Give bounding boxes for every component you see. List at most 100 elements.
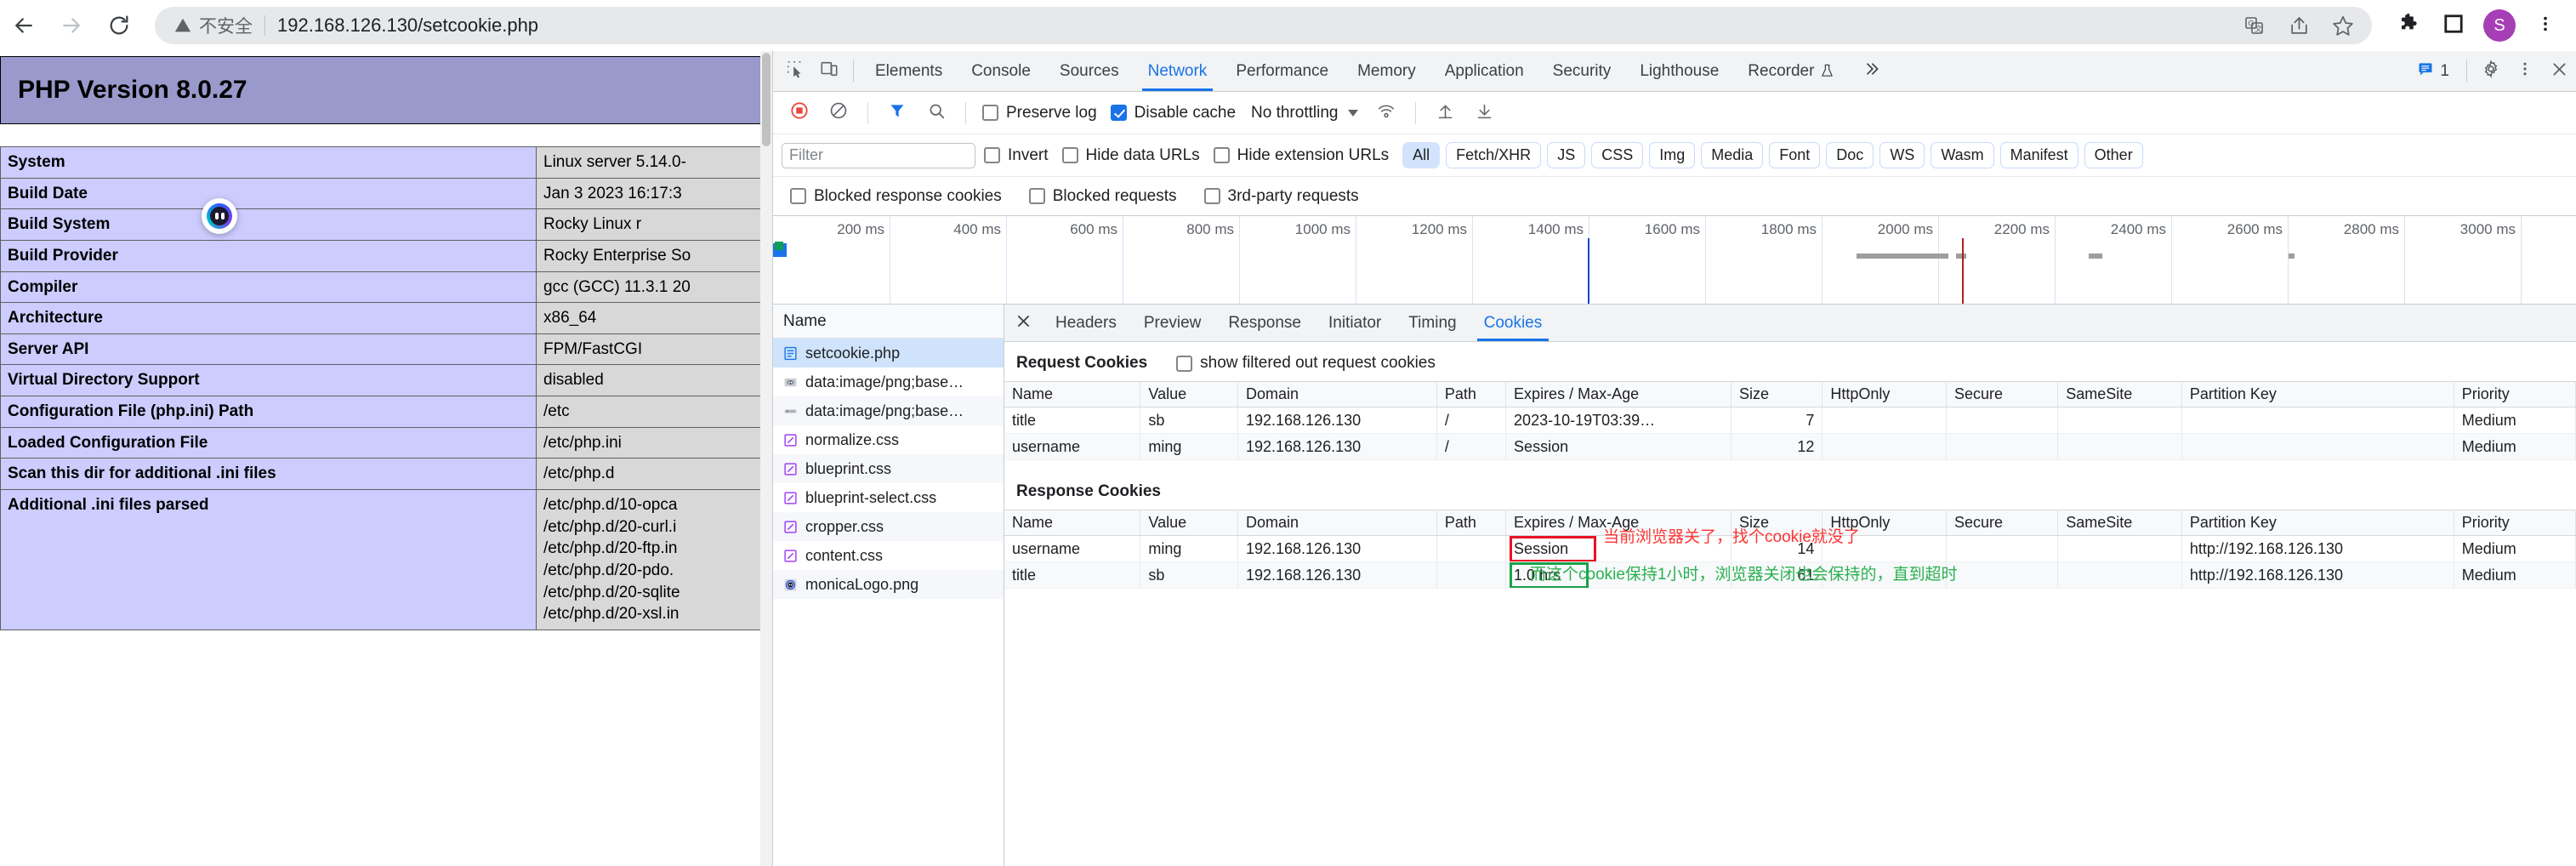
list-item[interactable]: blueprint.css: [773, 454, 1004, 483]
address-bar[interactable]: 不安全 192.168.126.130/setcookie.php G文: [155, 7, 2372, 44]
list-item[interactable]: data:image/png;base…: [773, 367, 1004, 396]
tab-security[interactable]: Security: [1538, 51, 1626, 91]
filter-chip-ws[interactable]: WS: [1879, 142, 1925, 168]
hide-extension-urls-checkbox[interactable]: Hide extension URLs: [1208, 146, 1394, 165]
col-httponly[interactable]: HttpOnly: [1823, 382, 1947, 407]
page-scrollbar-thumb[interactable]: [762, 53, 771, 146]
table-row[interactable]: title sb 192.168.126.130 / 2023-10-19T03…: [1004, 407, 2576, 434]
list-item[interactable]: blueprint-select.css: [773, 483, 1004, 512]
col-name[interactable]: Name: [1004, 510, 1140, 536]
detail-tab-headers[interactable]: Headers: [1042, 305, 1130, 341]
col-secure[interactable]: Secure: [1946, 510, 2057, 536]
col-domain[interactable]: Domain: [1237, 510, 1436, 536]
filter-chip-other[interactable]: Other: [2084, 142, 2143, 168]
disable-cache-checkbox[interactable]: Disable cache: [1106, 104, 1241, 122]
col-domain[interactable]: Domain: [1237, 382, 1436, 407]
filter-chip-media[interactable]: Media: [1701, 142, 1763, 168]
record-button[interactable]: [782, 95, 817, 131]
show-filtered-request-cookies-checkbox[interactable]: show filtered out request cookies: [1171, 354, 1441, 373]
col-path[interactable]: Path: [1436, 510, 1505, 536]
back-button[interactable]: [0, 2, 48, 49]
devtools-settings-button[interactable]: [2474, 51, 2508, 91]
col-value[interactable]: Value: [1140, 382, 1238, 407]
col-samesite[interactable]: SameSite: [2058, 382, 2182, 407]
col-partition-key[interactable]: Partition Key: [2181, 382, 2454, 407]
issues-badge[interactable]: 1: [2407, 51, 2459, 91]
list-item[interactable]: cropper.css: [773, 512, 1004, 541]
list-item[interactable]: monicaLogo.png: [773, 570, 1004, 599]
extensions-button[interactable]: [2387, 3, 2431, 48]
filter-chip-all[interactable]: All: [1402, 142, 1440, 168]
col-name[interactable]: Name: [1004, 382, 1140, 407]
third-party-requests-checkbox[interactable]: 3rd-party requests: [1199, 187, 1364, 206]
table-row[interactable]: username ming 192.168.126.130 / Session …: [1004, 434, 2576, 460]
tab-lighthouse[interactable]: Lighthouse: [1625, 51, 1733, 91]
tab-performance[interactable]: Performance: [1221, 51, 1343, 91]
col-priority[interactable]: Priority: [2454, 510, 2575, 536]
col-size[interactable]: Size: [1731, 382, 1822, 407]
tab-console[interactable]: Console: [957, 51, 1045, 91]
translate-icon[interactable]: G文: [2236, 7, 2273, 44]
tab-network[interactable]: Network: [1134, 51, 1222, 91]
invert-checkbox[interactable]: Invert: [979, 146, 1054, 165]
import-har-button[interactable]: [1427, 95, 1463, 131]
devtools-close-button[interactable]: [2542, 51, 2576, 91]
filter-chip-img[interactable]: Img: [1649, 142, 1695, 168]
blocked-response-cookies-checkbox[interactable]: Blocked response cookies: [785, 187, 1007, 206]
tab-recorder[interactable]: Recorder: [1733, 51, 1849, 91]
filter-input[interactable]: [782, 143, 975, 168]
export-har-button[interactable]: [1466, 95, 1502, 131]
tab-memory[interactable]: Memory: [1343, 51, 1430, 91]
col-priority[interactable]: Priority: [2454, 382, 2575, 407]
avatar[interactable]: S: [2483, 9, 2516, 42]
monica-assistant-button[interactable]: [202, 198, 237, 234]
col-samesite[interactable]: SameSite: [2058, 510, 2182, 536]
tab-sources[interactable]: Sources: [1045, 51, 1134, 91]
tab-application[interactable]: Application: [1430, 51, 1538, 91]
share-icon[interactable]: [2280, 7, 2317, 44]
filter-chip-js[interactable]: JS: [1547, 142, 1585, 168]
col-expires[interactable]: Expires / Max-Age: [1506, 382, 1732, 407]
detail-tab-preview[interactable]: Preview: [1130, 305, 1215, 341]
side-panel-button[interactable]: [2431, 3, 2476, 48]
list-item[interactable]: content.css: [773, 541, 1004, 570]
detail-tab-cookies[interactable]: Cookies: [1470, 305, 1556, 341]
more-tabs-button[interactable]: [1849, 51, 1895, 91]
devtools-menu-button[interactable]: [2508, 51, 2542, 91]
search-button[interactable]: [918, 95, 954, 131]
browser-menu-button[interactable]: [2523, 3, 2567, 48]
col-secure[interactable]: Secure: [1946, 382, 2057, 407]
reload-button[interactable]: [95, 2, 143, 49]
list-item[interactable]: setcookie.php: [773, 339, 1004, 367]
clear-button[interactable]: [821, 95, 856, 131]
col-partition-key[interactable]: Partition Key: [2181, 510, 2454, 536]
page-scrollbar[interactable]: [760, 51, 772, 866]
network-conditions-button[interactable]: [1368, 95, 1404, 131]
filter-button[interactable]: [879, 95, 915, 131]
tab-elements[interactable]: Elements: [861, 51, 957, 91]
filter-chip-font[interactable]: Font: [1769, 142, 1820, 168]
star-icon[interactable]: [2324, 7, 2362, 44]
preserve-log-checkbox[interactable]: Preserve log: [977, 104, 1102, 122]
forward-button[interactable]: [48, 2, 95, 49]
blocked-requests-checkbox[interactable]: Blocked requests: [1024, 187, 1182, 206]
hide-data-urls-checkbox[interactable]: Hide data URLs: [1057, 146, 1205, 165]
detail-close-button[interactable]: [1004, 305, 1042, 341]
detail-tab-initiator[interactable]: Initiator: [1315, 305, 1395, 341]
col-value[interactable]: Value: [1140, 510, 1238, 536]
filter-chip-doc[interactable]: Doc: [1826, 142, 1874, 168]
throttling-select[interactable]: No throttling: [1244, 104, 1365, 122]
filter-chip-wasm[interactable]: Wasm: [1931, 142, 1993, 168]
detail-tab-response[interactable]: Response: [1214, 305, 1315, 341]
filter-chip-manifest[interactable]: Manifest: [2000, 142, 2078, 168]
network-overview-timeline[interactable]: 200 ms 400 ms 600 ms 800 ms 1000 ms 1200…: [773, 216, 2576, 305]
filter-chip-fetch-xhr[interactable]: Fetch/XHR: [1446, 142, 1541, 168]
list-item[interactable]: data:image/png;base…: [773, 396, 1004, 425]
device-toolbar-button[interactable]: [812, 51, 846, 91]
col-path[interactable]: Path: [1436, 382, 1505, 407]
inspect-element-button[interactable]: [778, 51, 812, 91]
request-list-column-header[interactable]: Name: [773, 305, 1004, 339]
detail-tab-timing[interactable]: Timing: [1395, 305, 1470, 341]
list-item[interactable]: normalize.css: [773, 425, 1004, 454]
filter-chip-css[interactable]: CSS: [1591, 142, 1643, 168]
